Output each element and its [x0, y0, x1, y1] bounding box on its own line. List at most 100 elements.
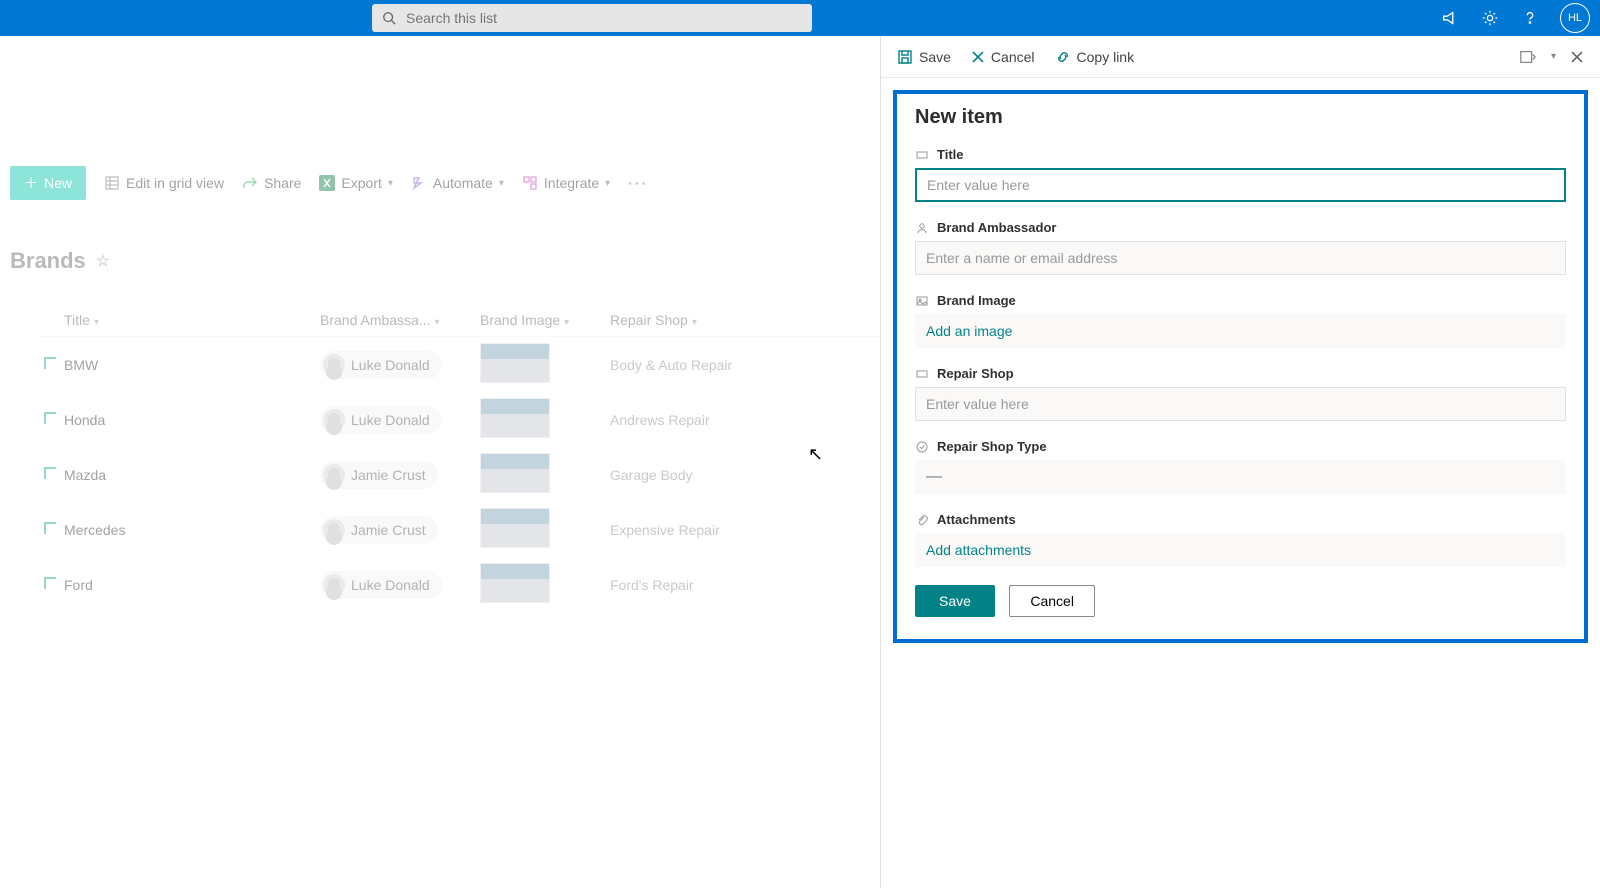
shop-input[interactable] [915, 387, 1566, 421]
ambassador-input[interactable] [915, 241, 1566, 275]
list-title: Brands ☆ [10, 248, 880, 274]
cell-shop: Ford's Repair [610, 577, 810, 593]
help-icon[interactable] [1520, 9, 1540, 27]
choice-icon [915, 440, 929, 454]
chevron-down-icon: ▾ [605, 178, 610, 189]
table-row[interactable]: Mercedes Jamie Crust Expensive Repair [40, 502, 880, 557]
integrate-button[interactable]: Integrate ▾ [522, 175, 610, 191]
title-label: Title [937, 147, 964, 162]
cell-image [480, 343, 610, 386]
user-initials: HL [1568, 12, 1582, 24]
new-label: New [44, 175, 72, 191]
panel-save[interactable]: Save [897, 49, 951, 65]
export-button[interactable]: Export ▾ [319, 175, 393, 191]
new-item-panel: Save Cancel Copy link ▾ New item Title [880, 36, 1600, 888]
type-select[interactable]: — [915, 460, 1566, 494]
x-icon [971, 50, 985, 64]
search-input[interactable] [406, 10, 802, 26]
cell-image [480, 508, 610, 551]
share-label: Share [264, 175, 301, 191]
new-item-button[interactable]: ＋ New [10, 166, 86, 200]
automate-button[interactable]: Automate ▾ [411, 175, 504, 191]
user-avatar[interactable]: HL [1560, 3, 1590, 33]
add-image-action[interactable]: Add an image [915, 314, 1566, 348]
chevron-down-icon: ▾ [564, 317, 569, 328]
integrate-label: Integrate [544, 175, 599, 191]
person-avatar-icon [323, 464, 345, 486]
attachments-label: Attachments [937, 512, 1016, 527]
col-image[interactable]: Brand Image▾ [480, 312, 610, 328]
save-icon [897, 49, 913, 65]
form-edit-icon[interactable] [1519, 49, 1537, 65]
chevron-down-icon: ▾ [692, 317, 697, 328]
person-avatar-icon [323, 354, 345, 376]
cell-title: Mercedes [40, 522, 320, 538]
ambassador-label: Brand Ambassador [937, 220, 1056, 235]
table-row[interactable]: BMW Luke Donald Body & Auto Repair [40, 337, 880, 392]
shop-label: Repair Shop [937, 366, 1014, 381]
panel-cancel[interactable]: Cancel [971, 49, 1035, 65]
table-row[interactable]: Ford Luke Donald Ford's Repair [40, 557, 880, 612]
grid-icon [104, 175, 120, 191]
automate-label: Automate [433, 175, 493, 191]
col-ambassador[interactable]: Brand Ambassa...▾ [320, 312, 480, 328]
title-input[interactable] [915, 168, 1566, 202]
megaphone-icon[interactable] [1440, 9, 1460, 27]
type-label: Repair Shop Type [937, 439, 1047, 454]
save-button[interactable]: Save [915, 585, 995, 617]
cell-image [480, 398, 610, 441]
col-shop[interactable]: Repair Shop▾ [610, 312, 810, 328]
cell-title: Ford [40, 577, 320, 593]
panel-command-bar: Save Cancel Copy link ▾ [881, 36, 1600, 78]
close-panel-icon[interactable] [1570, 50, 1584, 64]
cancel-button[interactable]: Cancel [1009, 585, 1095, 617]
person-avatar-icon [323, 519, 345, 541]
cell-title: Honda [40, 412, 320, 428]
cell-image [480, 563, 610, 606]
text-field-icon [915, 367, 929, 381]
edit-grid-label: Edit in grid view [126, 175, 224, 191]
cell-shop: Body & Auto Repair [610, 357, 810, 373]
panel-copy-link[interactable]: Copy link [1055, 49, 1135, 65]
text-field-icon [915, 148, 929, 162]
chevron-down-icon: ▾ [499, 178, 504, 189]
excel-icon [319, 175, 335, 191]
table-row[interactable]: Mazda Jamie Crust Garage Body [40, 447, 880, 502]
command-bar: ＋ New Edit in grid view Share Export ▾ A… [0, 166, 880, 200]
link-icon [1055, 49, 1071, 65]
chevron-down-icon: ▾ [94, 317, 99, 328]
add-attachments-action[interactable]: Add attachments [915, 533, 1566, 567]
cell-ambassador: Luke Donald [320, 571, 480, 599]
table-header: Title▾ Brand Ambassa...▾ Brand Image▾ Re… [40, 304, 880, 337]
favorite-star-icon[interactable]: ☆ [96, 251, 110, 271]
table-row[interactable]: Honda Luke Donald Andrews Repair [40, 392, 880, 447]
cell-title: Mazda [40, 467, 320, 483]
cell-shop: Expensive Repair [610, 522, 810, 538]
car-image [480, 453, 550, 493]
header-actions: HL [1440, 3, 1590, 33]
edit-in-grid-view[interactable]: Edit in grid view [104, 175, 224, 191]
export-label: Export [341, 175, 381, 191]
panel-cancel-label: Cancel [991, 49, 1035, 65]
chevron-down-icon: ▾ [388, 178, 393, 189]
settings-icon[interactable] [1480, 9, 1500, 27]
chevron-down-icon[interactable]: ▾ [1551, 51, 1556, 62]
cell-shop: Garage Body [610, 467, 810, 483]
search-icon [382, 11, 396, 25]
flow-icon [411, 175, 427, 191]
chevron-down-icon: ▾ [435, 317, 440, 328]
share-icon [242, 175, 258, 191]
person-icon [915, 221, 929, 235]
share-button[interactable]: Share [242, 175, 301, 191]
integrate-icon [522, 175, 538, 191]
image-label: Brand Image [937, 293, 1016, 308]
col-title[interactable]: Title▾ [40, 312, 320, 328]
image-icon [915, 294, 929, 308]
search-box[interactable] [372, 4, 812, 32]
cell-ambassador: Luke Donald [320, 406, 480, 434]
attachment-icon [915, 513, 929, 527]
cell-ambassador: Jamie Crust [320, 516, 480, 544]
more-actions[interactable]: ··· [628, 175, 648, 191]
car-image [480, 343, 550, 383]
car-image [480, 398, 550, 438]
